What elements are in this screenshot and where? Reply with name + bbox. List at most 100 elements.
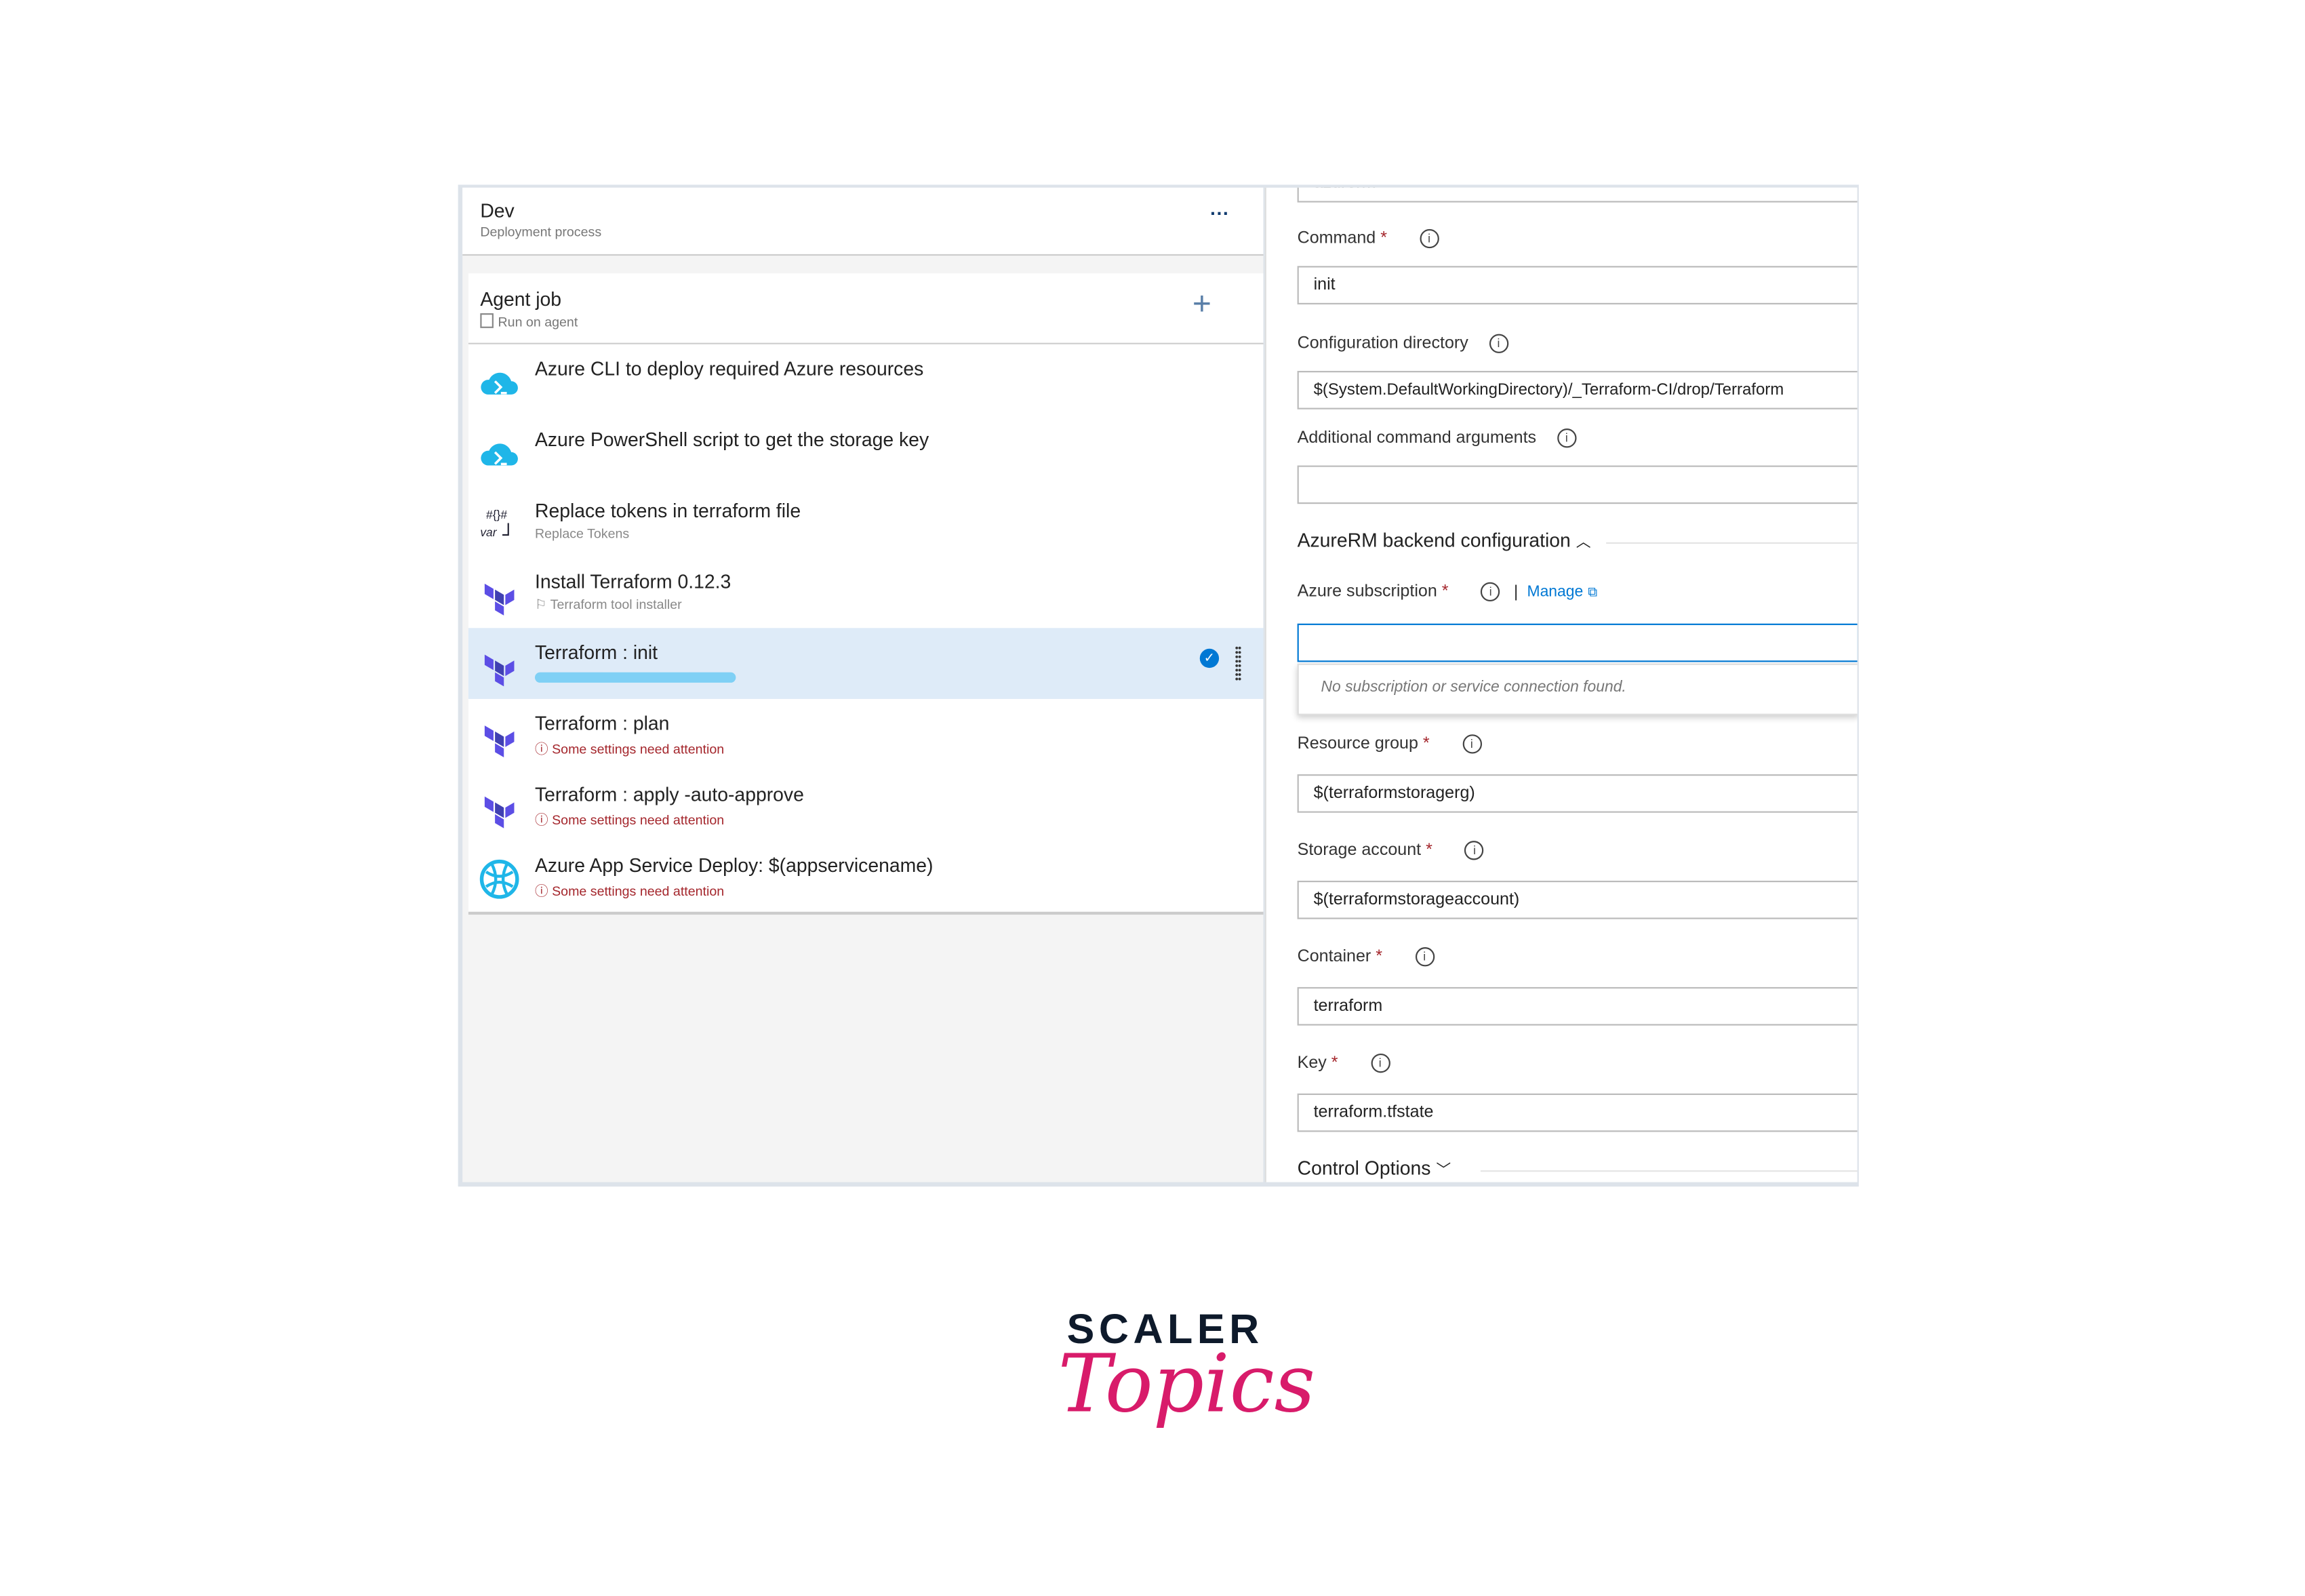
agent-job[interactable]: Agent job Run on agent + xyxy=(468,273,1264,344)
azure-powershell-cloud-icon xyxy=(479,433,520,475)
required-mark: * xyxy=(1331,1054,1338,1073)
section-title: Control Options xyxy=(1297,1157,1431,1180)
replace-tokens-icon: #{}# var xyxy=(479,504,520,545)
container-label: Container * i xyxy=(1297,947,1435,967)
external-link-icon[interactable]: ⧉ xyxy=(1588,584,1597,599)
task-subtitle: ⓘ Some settings need attention xyxy=(535,739,724,758)
task-title: Azure CLI to deploy required Azure resou… xyxy=(534,357,924,380)
label-text: Additional command arguments xyxy=(1297,429,1537,447)
warning-icon: ⓘ xyxy=(534,742,553,757)
agent-job-subtitle-row: Run on agent xyxy=(480,313,578,330)
task-row[interactable]: Install Terraform 0.12.3 ⚐ Terraform tool… xyxy=(468,557,1264,629)
config-dir-label: Configuration directory i xyxy=(1298,334,1508,353)
required-mark: * xyxy=(1441,582,1449,601)
terraform-icon xyxy=(479,788,520,829)
check-circle-icon: ✓ xyxy=(1199,648,1220,669)
task-title: Terraform : init xyxy=(534,641,658,664)
chevron-down-icon: ﹀ xyxy=(1436,1163,1451,1180)
task-subtitle: Replace Tokens xyxy=(535,526,629,541)
required-mark: * xyxy=(1376,948,1383,966)
config-dir-input[interactable]: $(System.DefaultWorkingDirectory)/_Terra… xyxy=(1297,371,1858,410)
subscription-dropdown: No subscription or service connection fo… xyxy=(1297,663,1858,715)
resource-group-input[interactable]: $(terraformstoragerg) xyxy=(1297,774,1858,813)
chevron-up-icon: ︿ xyxy=(1576,534,1591,551)
command-label: Command * i xyxy=(1297,228,1439,249)
info-icon[interactable]: i xyxy=(1481,582,1500,602)
task-title: Azure App Service Deploy: $(appservicena… xyxy=(534,854,934,877)
info-icon[interactable]: i xyxy=(1489,334,1508,353)
drag-handle-icon[interactable] xyxy=(1235,645,1241,681)
task-subtitle: ⓘ Some settings need attention xyxy=(535,810,724,829)
topics-logo-text: Topics xyxy=(1058,1337,1316,1431)
task-settings-panel: azurerm Command * i init Configuration di… xyxy=(1264,187,1858,1182)
info-icon[interactable]: i xyxy=(1464,841,1485,860)
section-title: AzureRM backend configuration xyxy=(1297,529,1571,551)
agent-job-title: Agent job xyxy=(480,288,562,311)
container-input[interactable]: terraform xyxy=(1297,986,1858,1026)
divider xyxy=(1480,1170,1858,1172)
provider-field[interactable]: azurerm xyxy=(1297,187,1858,203)
warning-icon: ⓘ xyxy=(534,812,553,828)
warning-icon: ⓘ xyxy=(534,883,553,899)
info-icon[interactable]: i xyxy=(1462,734,1481,754)
control-options-toggle[interactable]: Control Options ﹀ xyxy=(1298,1157,1451,1180)
info-icon[interactable]: i xyxy=(1370,1053,1390,1073)
storage-account-label: Storage account * i xyxy=(1298,841,1485,860)
azure-subscription-label: Azure subscription * i | Manage ⧉ xyxy=(1297,582,1598,602)
task-row[interactable]: Azure CLI to deploy required Azure resou… xyxy=(468,344,1264,416)
agent-job-subtitle: Run on agent xyxy=(498,315,578,330)
task-list: Azure CLI to deploy required Azure resou… xyxy=(468,344,1264,915)
label-text: Resource group xyxy=(1297,735,1418,753)
terraform-icon xyxy=(479,575,520,616)
task-title: Terraform : apply -auto-approve xyxy=(534,783,804,805)
task-subtitle: ⓘ Some settings need attention xyxy=(535,881,724,900)
key-input[interactable]: terraform.tfstate xyxy=(1297,1093,1858,1132)
task-subtitle: ⚐ Terraform tool installer xyxy=(535,597,682,614)
app-service-icon xyxy=(479,858,520,900)
task-row[interactable]: #{}# var Replace tokens in terraform file R… xyxy=(468,486,1264,557)
required-mark: * xyxy=(1380,229,1388,248)
label-text: Key xyxy=(1297,1054,1327,1073)
task-row[interactable]: Azure App Service Deploy: $(appservicena… xyxy=(468,841,1264,912)
label-text: Container xyxy=(1297,948,1371,966)
dropdown-empty-message: No subscription or service connection fo… xyxy=(1321,678,1626,696)
info-icon[interactable]: i xyxy=(1415,947,1435,967)
ellipsis-icon[interactable]: ··· xyxy=(1210,203,1229,225)
task-title: Replace tokens in terraform file xyxy=(534,499,801,522)
label-text: Command xyxy=(1297,229,1376,248)
backend-section-toggle[interactable]: AzureRM backend configuration ︿ xyxy=(1298,529,1591,551)
azure-cli-cloud-icon xyxy=(479,362,520,403)
flag-icon: ⚐ xyxy=(534,597,550,612)
additional-args-input[interactable] xyxy=(1297,465,1858,504)
task-title: Install Terraform 0.12.3 xyxy=(534,570,731,593)
command-input[interactable]: init xyxy=(1297,266,1858,304)
divider xyxy=(1606,542,1858,544)
task-subtitle-text: Some settings need attention xyxy=(552,742,725,757)
terraform-icon xyxy=(479,645,520,687)
additional-args-label: Additional command arguments i xyxy=(1297,428,1576,448)
manage-link[interactable]: Manage xyxy=(1527,583,1584,601)
resource-group-label: Resource group * i xyxy=(1297,734,1481,754)
task-title: Terraform : plan xyxy=(534,712,670,735)
task-row[interactable]: Azure PowerShell script to get the stora… xyxy=(468,415,1264,486)
label-text: Configuration directory xyxy=(1297,334,1468,353)
required-mark: * xyxy=(1422,735,1430,753)
task-subtitle-text: Some settings need attention xyxy=(552,812,725,828)
svg-text:var: var xyxy=(480,525,497,539)
info-icon[interactable]: i xyxy=(1557,428,1576,448)
task-subtitle-text: Some settings need attention xyxy=(552,883,725,899)
task-subtitle-text: Terraform tool installer xyxy=(550,597,682,612)
label-text: Storage account xyxy=(1297,841,1422,860)
plus-icon[interactable]: + xyxy=(1192,285,1211,324)
stage-subtitle: Deployment process xyxy=(480,224,602,240)
task-row[interactable]: Terraform : plan ⓘ Some settings need att… xyxy=(468,699,1264,770)
azure-subscription-input[interactable] xyxy=(1297,623,1858,662)
info-icon[interactable]: i xyxy=(1419,228,1439,249)
task-row[interactable]: Terraform : init ✓ xyxy=(468,628,1264,699)
process-panel: Dev Deployment process ··· Agent job Run… xyxy=(462,187,1264,1182)
required-mark: * xyxy=(1426,841,1432,860)
stage-header[interactable]: Dev Deployment process ··· xyxy=(462,187,1264,256)
server-icon xyxy=(480,313,494,328)
storage-account-input[interactable]: $(terraformstorageaccount) xyxy=(1297,880,1858,919)
task-row[interactable]: Terraform : apply -auto-approve ⓘ Some se… xyxy=(468,770,1264,841)
